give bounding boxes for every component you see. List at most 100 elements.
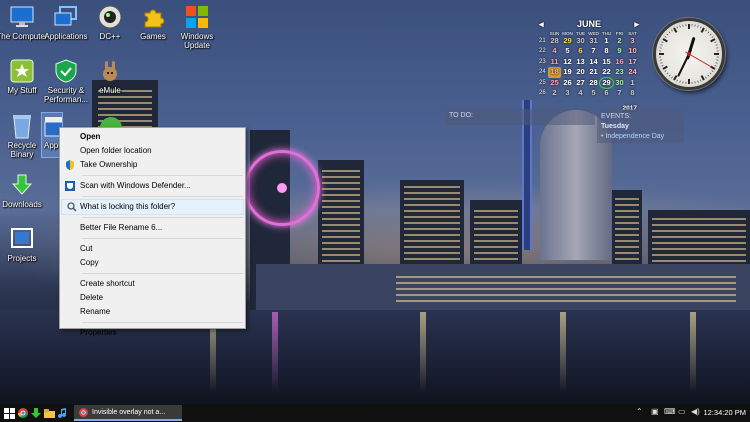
calendar-day[interactable]: 1 — [600, 36, 613, 46]
menu-item-create-shortcut[interactable]: Create shortcut — [60, 277, 245, 291]
calendar-day[interactable]: 12 — [561, 57, 574, 67]
calendar-day[interactable]: 26 — [561, 78, 574, 88]
menu-item-delete[interactable]: Delete — [60, 291, 245, 305]
clock-tick — [671, 76, 673, 79]
menu-item-what-is-locking-folder[interactable]: What is locking this folder? — [61, 199, 244, 215]
clock-tick — [714, 41, 717, 43]
desktop-icon-windows-update[interactable]: Windows Update — [171, 4, 223, 50]
calendar-day[interactable]: 16 — [613, 57, 626, 67]
calendar-day[interactable]: 30 — [574, 36, 587, 46]
calendar-day[interactable]: 13 — [574, 57, 587, 67]
calendar-day[interactable]: 8 — [626, 88, 639, 98]
calendar-day[interactable]: 22 — [600, 67, 613, 77]
calendar-day[interactable]: 2 — [613, 36, 626, 46]
download-arrow-icon — [31, 408, 41, 418]
menu-item-label: Better File Rename 6... — [80, 223, 163, 232]
clock-tick — [660, 44, 663, 46]
menu-separator — [82, 175, 243, 176]
taskbar-task-invisible-overlay[interactable]: Invisible overlay not a... — [74, 405, 182, 421]
events-gadget[interactable]: EVENTS: Tuesday • Independence Day — [597, 109, 684, 143]
calendar-next-button[interactable]: ▸ — [634, 19, 639, 30]
download-taskbar-button[interactable] — [29, 406, 43, 420]
desktop-icon-projects[interactable]: Projects — [0, 226, 48, 263]
calendar-day[interactable]: 4 — [574, 88, 587, 98]
volume-icon[interactable]: ◀) — [691, 407, 700, 416]
keyboard-icon[interactable]: ⌨ — [664, 407, 676, 416]
calendar-day[interactable]: 5 — [587, 88, 600, 98]
clock-tick — [700, 79, 702, 82]
calendar-day[interactable]: 21 — [587, 67, 600, 77]
network-icon[interactable]: ▭ — [678, 407, 686, 416]
calendar-day[interactable]: 6 — [600, 88, 613, 98]
calendar-day[interactable]: 1 — [626, 78, 639, 88]
menu-item-open[interactable]: Open — [60, 130, 245, 144]
calendar-day[interactable]: 31 — [587, 36, 600, 46]
calendar-day[interactable]: 11 — [548, 57, 561, 67]
calendar-day[interactable]: 8 — [600, 46, 613, 56]
ferris-wheel — [244, 150, 320, 226]
menu-item-better-file-rename[interactable]: Better File Rename 6... — [60, 221, 245, 235]
calendar-day[interactable]: 18 — [548, 67, 561, 78]
chrome-taskbar-button[interactable] — [16, 406, 30, 420]
action-center-icon[interactable]: ▣ — [651, 407, 659, 416]
desktop-icon-recycle-binary[interactable]: Recycle Binary — [0, 113, 48, 159]
show-hidden-icons-button[interactable]: ⌃ — [636, 407, 643, 416]
calendar-day[interactable]: 9 — [613, 46, 626, 56]
calendar-day[interactable]: 24 — [626, 67, 639, 77]
clock-tick — [710, 38, 716, 43]
menu-item-cut[interactable]: Cut — [60, 242, 245, 256]
calendar-day[interactable]: 3 — [626, 36, 639, 46]
calendar-day[interactable]: 5 — [561, 46, 574, 56]
calendar-day[interactable]: 3 — [561, 88, 574, 98]
calendar-day[interactable]: 29 — [599, 76, 614, 90]
calendar-day[interactable]: 23 — [613, 67, 626, 77]
clock-tick — [673, 27, 678, 33]
calendar-day[interactable]: 10 — [626, 46, 639, 56]
start-button[interactable] — [2, 406, 16, 420]
calendar-day[interactable]: 4 — [548, 46, 561, 56]
taskbar-clock[interactable]: 12:34:20 PM — [703, 408, 746, 417]
calendar-day[interactable]: 30 — [613, 78, 626, 88]
calendar-grid: 28 29 30 31 1 2 3 4 5 6 7 8 9 10 11 12 13 14 15 16 17 18 19 20 2… — [548, 36, 639, 98]
calendar-day[interactable]: 2 — [548, 88, 561, 98]
week-number: 24 — [539, 69, 546, 76]
analog-clock — [653, 18, 725, 90]
calendar-day[interactable]: 14 — [587, 57, 600, 67]
calendar-day[interactable]: 25 — [548, 78, 561, 88]
menu-item-label: Delete — [80, 293, 104, 302]
desktop-icon-downloads[interactable]: Downloads — [0, 172, 48, 209]
uac-shield-icon — [66, 160, 74, 170]
calendar-day[interactable]: 6 — [574, 46, 587, 56]
calendar-day[interactable]: 20 — [574, 67, 587, 77]
media-taskbar-button[interactable] — [55, 406, 69, 420]
menu-item-take-ownership[interactable]: Take Ownership — [60, 158, 245, 172]
menu-item-properties[interactable]: Properties — [60, 326, 245, 340]
clock-tick — [697, 25, 699, 28]
calendar-day[interactable]: 27 — [574, 78, 587, 88]
menu-item-rename[interactable]: Rename — [60, 305, 245, 319]
calendar-day[interactable]: 7 — [587, 46, 600, 56]
clock-tick — [700, 75, 705, 81]
calendar-day[interactable]: 19 — [561, 67, 574, 77]
desktop-icon-emule[interactable]: eMule — [84, 58, 136, 95]
clock-tick — [705, 76, 707, 79]
menu-separator — [82, 322, 243, 323]
calendar-day[interactable]: 28 — [548, 36, 561, 46]
menu-item-copy[interactable]: Copy — [60, 256, 245, 270]
menu-item-scan-windows-defender[interactable]: Scan with Windows Defender... — [60, 179, 245, 193]
todo-gadget[interactable]: TO DO: — [445, 109, 595, 125]
menu-item-open-folder-location[interactable]: Open folder location — [60, 144, 245, 158]
shield-check-icon — [53, 58, 79, 84]
calendar-day[interactable]: 15 — [600, 57, 613, 67]
menu-item-label: Create shortcut — [80, 279, 135, 288]
calendar-day[interactable]: 28 — [587, 78, 600, 88]
clock-tick — [700, 26, 702, 29]
menu-item-label: Open — [80, 132, 101, 141]
calendar-prev-button[interactable]: ◂ — [539, 19, 544, 30]
calendar-day[interactable]: 7 — [613, 88, 626, 98]
calendar-day[interactable]: 29 — [561, 36, 574, 46]
explorer-taskbar-button[interactable] — [42, 406, 56, 420]
calendar-day[interactable]: 17 — [626, 57, 639, 67]
week-number: 26 — [539, 90, 546, 97]
desktop-icon-label: Projects — [7, 254, 37, 263]
